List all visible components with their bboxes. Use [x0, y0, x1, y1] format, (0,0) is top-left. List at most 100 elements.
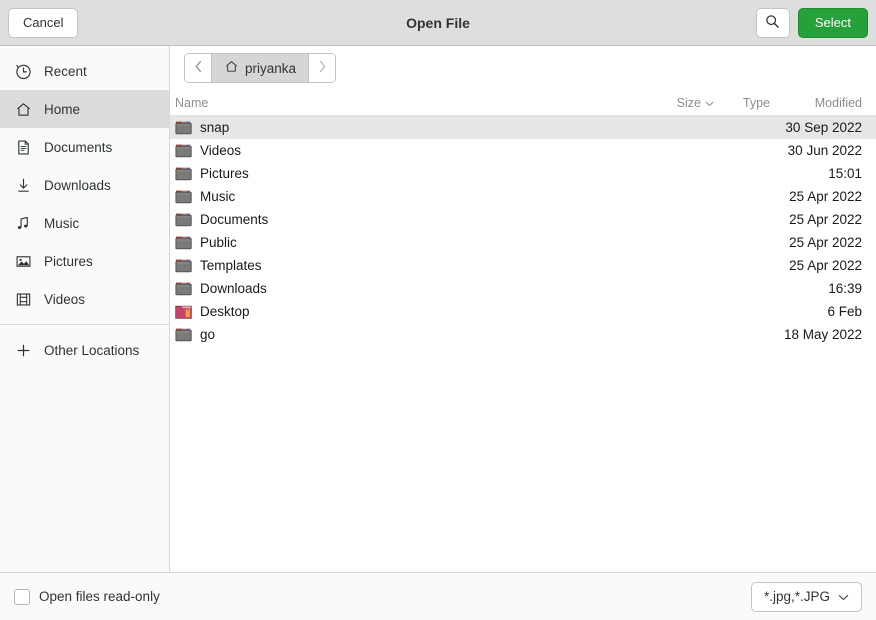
file-name-cell: Pictures — [170, 166, 652, 181]
sidebar-divider — [0, 324, 169, 325]
sidebar-item-label: Documents — [44, 139, 113, 155]
sidebar-item-label: Other Locations — [44, 342, 140, 358]
table-row[interactable]: Videos 30 Jun 2022 — [170, 139, 876, 162]
folder-icon — [175, 189, 192, 204]
header-actions: Select — [755, 7, 868, 38]
sidebar-item-recent[interactable]: Recent — [0, 52, 169, 90]
file-filter-dropdown[interactable]: *.jpg,*.JPG — [750, 581, 862, 612]
file-name-label: Videos — [200, 143, 242, 158]
folder-icon — [175, 120, 192, 135]
image-icon — [14, 252, 32, 270]
film-icon — [14, 290, 32, 308]
sidebar-item-other-locations[interactable]: Other Locations — [0, 331, 169, 369]
open-file-dialog: Cancel Open File Select Recent Home Docu… — [0, 0, 876, 620]
file-name-cell: Desktop — [170, 304, 652, 319]
file-modified-cell: 30 Jun 2022 — [787, 143, 862, 158]
chevron-down-icon — [705, 96, 714, 110]
file-name-label: Pictures — [200, 166, 249, 181]
table-row[interactable]: Music 25 Apr 2022 — [170, 185, 876, 208]
chevron-right-icon — [318, 60, 327, 76]
sidebar-item-home[interactable]: Home — [0, 90, 169, 128]
sidebar-item-downloads[interactable]: Downloads — [0, 166, 169, 204]
header-bar: Cancel Open File Select — [0, 0, 876, 46]
table-row[interactable]: Templates 25 Apr 2022 — [170, 254, 876, 277]
table-row[interactable]: go 18 May 2022 — [170, 323, 876, 346]
sidebar-item-label: Pictures — [44, 253, 93, 269]
file-name-label: Desktop — [200, 304, 250, 319]
footer-bar: Open files read-only *.jpg,*.JPG — [0, 572, 876, 620]
file-modified-cell: 25 Apr 2022 — [789, 189, 862, 204]
sidebar-item-music[interactable]: Music — [0, 204, 169, 242]
file-name-label: go — [200, 327, 216, 342]
table-row[interactable]: Downloads 16:39 — [170, 277, 876, 300]
file-name-label: Downloads — [200, 281, 267, 296]
file-list[interactable]: snap 30 Sep 2022 Videos 30 Jun 2022 Pictures… — [170, 116, 876, 572]
file-modified-cell: 30 Sep 2022 — [785, 120, 862, 135]
chevron-left-icon — [194, 60, 203, 76]
folder-icon — [175, 166, 192, 181]
open-readonly-label: Open files read-only — [39, 589, 160, 604]
sidebar: Recent Home Documents Downloads Music Pi… — [0, 46, 170, 572]
file-name-label: Templates — [200, 258, 262, 273]
column-header-type[interactable]: Type — [714, 96, 770, 110]
folder-icon — [175, 281, 192, 296]
file-name-cell: Music — [170, 189, 652, 204]
file-name-cell: go — [170, 327, 652, 342]
table-row[interactable]: Pictures 15:01 — [170, 162, 876, 185]
file-modified-cell: 25 Apr 2022 — [789, 235, 862, 250]
sidebar-item-videos[interactable]: Videos — [0, 280, 169, 318]
sidebar-item-label: Recent — [44, 63, 87, 79]
home-icon — [224, 59, 239, 77]
breadcrumb: priyanka — [184, 53, 337, 83]
table-row[interactable]: snap 30 Sep 2022 — [170, 116, 876, 139]
folder-desktop-icon — [175, 304, 192, 319]
file-name-label: Music — [200, 189, 236, 204]
sidebar-item-pictures[interactable]: Pictures — [0, 242, 169, 280]
file-modified-cell: 15:01 — [828, 166, 862, 181]
back-button[interactable] — [185, 54, 211, 82]
file-name-label: Public — [200, 235, 237, 250]
open-readonly-checkbox[interactable]: Open files read-only — [14, 588, 160, 605]
column-header-size[interactable]: Size — [652, 96, 714, 110]
sidebar-item-documents[interactable]: Documents — [0, 128, 169, 166]
file-name-cell: Documents — [170, 212, 652, 227]
table-row[interactable]: Public 25 Apr 2022 — [170, 231, 876, 254]
folder-icon — [175, 327, 192, 342]
clock-icon — [14, 62, 32, 80]
document-icon — [14, 138, 32, 156]
folder-icon — [175, 235, 192, 250]
checkbox-box[interactable] — [14, 588, 30, 605]
dialog-body: Recent Home Documents Downloads Music Pi… — [0, 46, 876, 572]
file-name-cell: snap — [170, 120, 652, 135]
file-name-cell: Public — [170, 235, 652, 250]
sidebar-item-label: Home — [44, 101, 81, 117]
file-modified-cell: 25 Apr 2022 — [789, 258, 862, 273]
home-icon — [14, 100, 32, 118]
table-row[interactable]: Documents 25 Apr 2022 — [170, 208, 876, 231]
file-filter-value: *.jpg,*.JPG — [763, 589, 830, 604]
file-modified-cell: 16:39 — [828, 281, 862, 296]
file-name-cell: Videos — [170, 143, 652, 158]
file-name-label: snap — [200, 120, 230, 135]
column-header-modified[interactable]: Modified — [770, 96, 862, 110]
pathbar-row: priyanka — [170, 46, 876, 90]
dialog-title: Open File — [406, 14, 470, 31]
file-modified-cell: 18 May 2022 — [783, 327, 862, 342]
plus-icon — [14, 341, 32, 359]
breadcrumb-item-priyanka[interactable]: priyanka — [211, 54, 310, 82]
table-row[interactable]: Desktop 6 Feb — [170, 300, 876, 323]
column-header-size-label: Size — [676, 95, 701, 110]
folder-icon — [175, 258, 192, 273]
file-name-cell: Templates — [170, 258, 652, 273]
breadcrumb-label: priyanka — [245, 60, 297, 76]
search-icon — [765, 14, 780, 32]
column-header-name[interactable]: Name — [170, 96, 652, 110]
search-button[interactable] — [755, 7, 790, 38]
forward-button[interactable] — [309, 54, 336, 82]
column-headers: Name Size Type Modified — [170, 90, 876, 116]
sidebar-item-label: Music — [44, 215, 80, 231]
select-button[interactable]: Select — [797, 7, 868, 38]
cancel-button[interactable]: Cancel — [8, 7, 79, 38]
main-pane: priyanka Name Size Type Modified snap 30… — [170, 46, 876, 572]
folder-icon — [175, 212, 192, 227]
